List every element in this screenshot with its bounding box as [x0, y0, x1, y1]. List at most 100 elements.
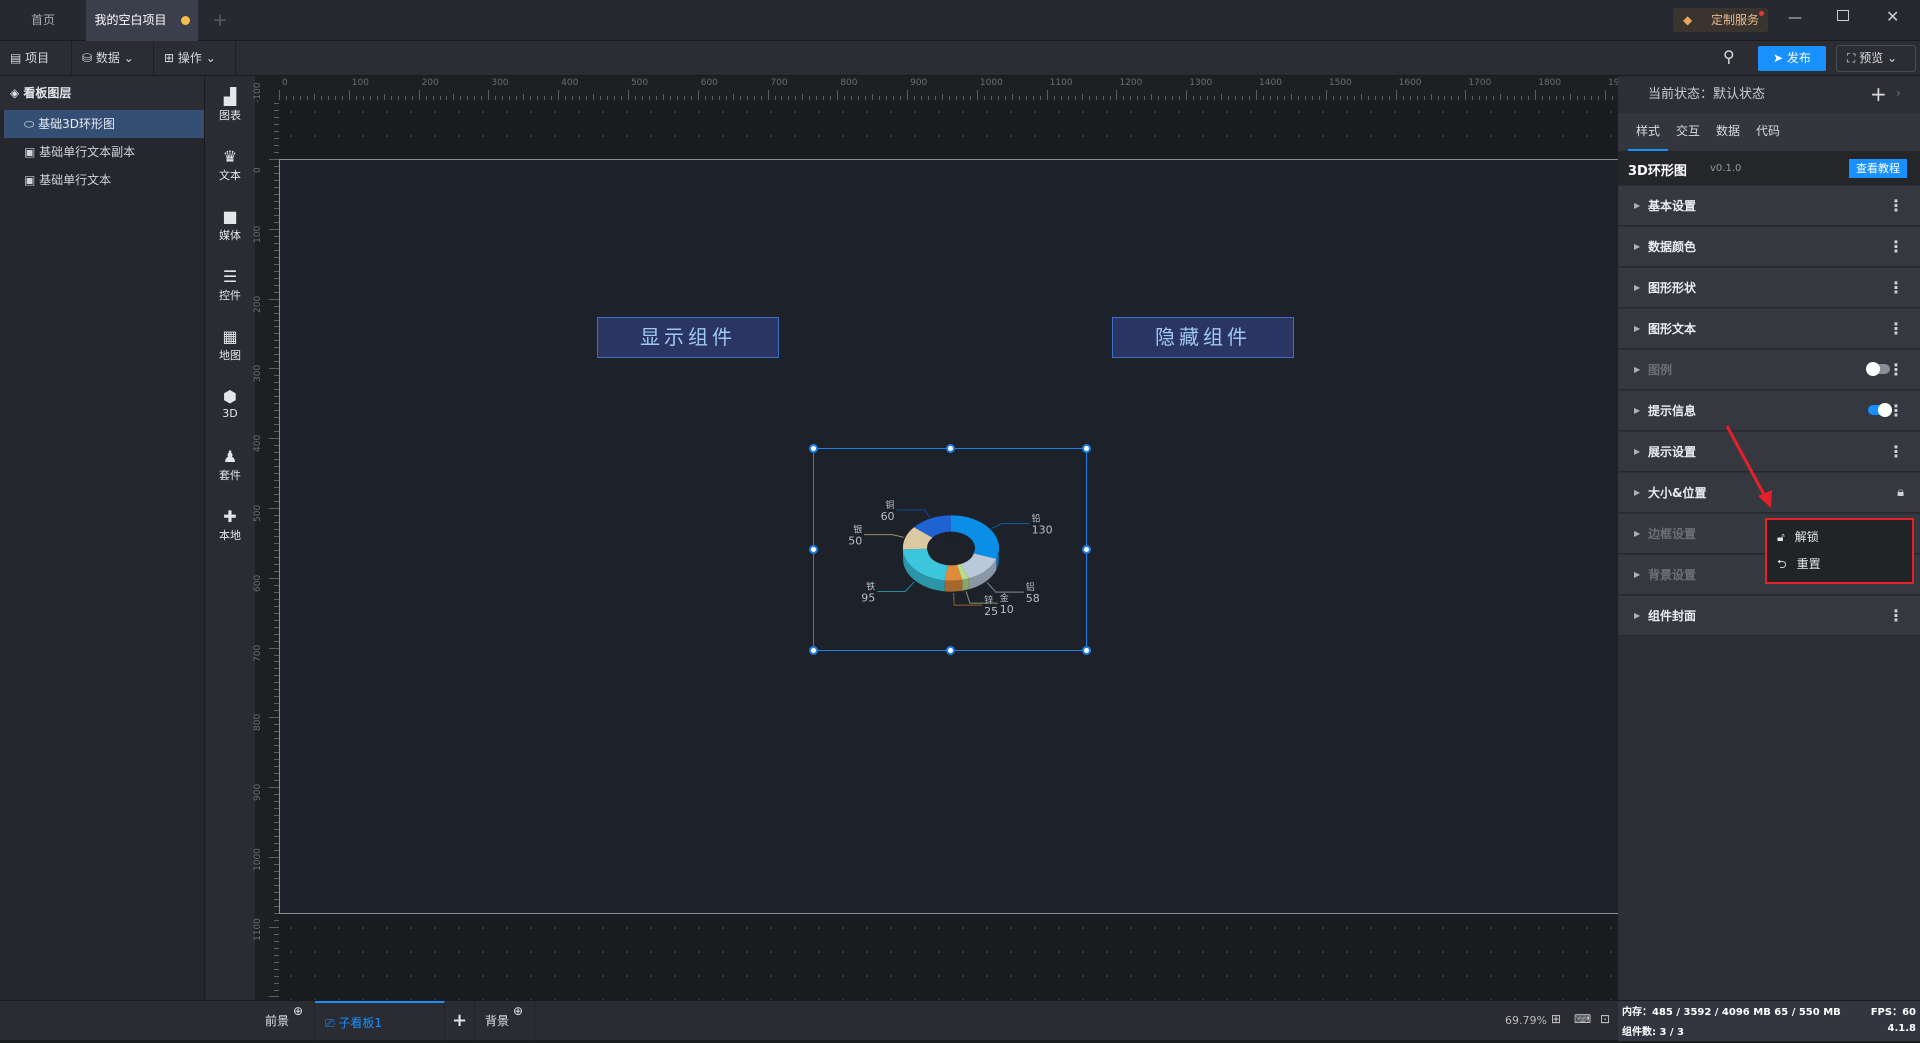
- ruler-tick: [907, 90, 909, 100]
- layers-icon: ◈: [10, 86, 24, 100]
- section-label: 边框设置: [1648, 527, 1697, 541]
- add-tab-button[interactable]: +: [205, 0, 235, 41]
- custom-service-button[interactable]: ◆ 定制服务: [1673, 8, 1768, 32]
- section-row[interactable]: ▶ 图形形状 ⋮: [1618, 268, 1920, 308]
- tutorial-button[interactable]: 查看教程: [1849, 159, 1907, 178]
- menu-item-reset[interactable]: ⮌ 重置: [1767, 551, 1912, 578]
- ruler-label: 600: [700, 78, 718, 88]
- ruler-tick: [269, 298, 279, 300]
- resize-handle[interactable]: [1082, 646, 1091, 655]
- ruler-label: 700: [770, 78, 788, 88]
- file-icon: ▤: [10, 51, 26, 65]
- ruler-label: 0: [282, 78, 288, 88]
- more-options-icon[interactable]: ⋮: [1888, 186, 1904, 226]
- canvas-page[interactable]: 显示组件 隐藏组件 铅 130 铝 58 金 10 锌 25 铁 95 银 50 铜 60: [279, 159, 1618, 914]
- vertical-ruler[interactable]: -100 0 100 200 300 400 500 600 700 800 900 1000 1100: [253, 76, 279, 1000]
- horizontal-ruler[interactable]: 0 100 200 300 400 500 600 700 800 900 1000 1100 1200…: [255, 76, 1641, 100]
- tab-data[interactable]: 数据: [1708, 113, 1748, 151]
- slice-value: 58: [1026, 592, 1040, 605]
- sub-board-tab[interactable]: ⎚ 子看板1: [315, 1001, 445, 1041]
- menu-data[interactable]: ⛁ 数据 ⌄: [72, 41, 154, 76]
- component-local[interactable]: ✚ 本地: [205, 508, 255, 543]
- component-header: 3D环形图 v0.1.0 查看教程: [1618, 151, 1920, 185]
- keyboard-icon[interactable]: ⌨: [1574, 1012, 1591, 1026]
- component-map[interactable]: ▦ 地图: [205, 328, 255, 363]
- resize-handle[interactable]: [946, 646, 955, 655]
- add-state-button[interactable]: +: [1870, 82, 1887, 106]
- background-tab[interactable]: 背景 ⊕: [475, 1001, 535, 1041]
- resize-handle[interactable]: [809, 545, 818, 554]
- resize-handle[interactable]: [809, 646, 818, 655]
- toggle-switch[interactable]: [1866, 362, 1890, 376]
- restore-button[interactable]: [1837, 10, 1849, 21]
- reset-icon: ⮌: [1777, 557, 1787, 571]
- tab-interaction[interactable]: 交互: [1668, 113, 1708, 151]
- hide-component-button[interactable]: 隐藏组件: [1112, 317, 1294, 358]
- component-text[interactable]: ♛ 文本: [205, 148, 255, 183]
- canvas-stage[interactable]: 显示组件 隐藏组件 铅 130 铝 58 金 10 锌 25 铁 95 银 50 铜 60: [279, 100, 1618, 1000]
- minimize-button[interactable]: —: [1788, 10, 1802, 26]
- ruler-tick: [279, 90, 280, 100]
- resize-handle[interactable]: [946, 444, 955, 453]
- tab-label: 背景: [485, 1014, 510, 1028]
- cube-icon: ⬢: [223, 387, 237, 406]
- tab-style[interactable]: 样式: [1628, 113, 1668, 151]
- publish-button[interactable]: ➤ 发布: [1758, 46, 1826, 71]
- foreground-tab[interactable]: 前景 ⊕: [255, 1001, 315, 1041]
- more-options-icon[interactable]: ⋮: [1888, 350, 1904, 390]
- section-row[interactable]: ▶ 图例 ⋮: [1618, 350, 1920, 390]
- component-chart[interactable]: ▟ 图表: [205, 88, 255, 123]
- section-row[interactable]: ▶ 基本设置 ⋮: [1618, 186, 1920, 226]
- tab-code[interactable]: 代码: [1748, 113, 1788, 151]
- ruler-tick: [1605, 90, 1606, 100]
- component-media[interactable]: ■ 媒体: [205, 208, 255, 243]
- add-board-button[interactable]: +: [445, 1001, 475, 1041]
- ruler-label: 1100: [1049, 78, 1073, 88]
- text-icon: ▣: [24, 145, 40, 159]
- menu-item-unlock[interactable]: 🔓︎ 解锁: [1767, 524, 1912, 551]
- resize-handle[interactable]: [1082, 444, 1091, 453]
- layer-item[interactable]: ▣ 基础单行文本: [0, 166, 204, 194]
- selected-chart-component[interactable]: 铅 130 铝 58 金 10 锌 25 铁 95 银 50 铜 60: [809, 444, 1091, 655]
- close-button[interactable]: ✕: [1886, 7, 1899, 26]
- section-row[interactable]: ▶ 组件封面 ⋮: [1618, 596, 1920, 636]
- ruler-label: -100: [253, 82, 263, 104]
- ruler-label: 1700: [1468, 78, 1492, 88]
- toggle-switch[interactable]: [1868, 403, 1892, 417]
- fps-status: FPS：60: [1870, 1007, 1916, 1018]
- resize-handle[interactable]: [1082, 545, 1091, 554]
- component-3d[interactable]: ⬢ 3D: [205, 387, 255, 421]
- more-options-icon[interactable]: ⋮: [1888, 596, 1904, 636]
- add-circle-icon[interactable]: ⊕: [293, 991, 303, 1031]
- more-options-icon[interactable]: ⋮: [1888, 268, 1904, 308]
- tab-project[interactable]: 我的空白项目: [86, 0, 198, 41]
- more-options-icon[interactable]: ⋮: [1888, 309, 1904, 349]
- layer-item[interactable]: ⬭ 基础3D环形图: [4, 110, 204, 138]
- resize-handle[interactable]: [809, 444, 818, 453]
- leader-line: [896, 509, 931, 518]
- section-row[interactable]: ▶ 数据颜色 ⋮: [1618, 227, 1920, 267]
- layer-item[interactable]: ▣ 基础单行文本副本: [0, 138, 204, 166]
- component-control[interactable]: ☰ 控件: [205, 268, 255, 303]
- tab-home[interactable]: 首页: [0, 0, 86, 41]
- caret-right-icon: ▶: [1634, 529, 1641, 538]
- fit-screen-icon[interactable]: ⊞: [1551, 1012, 1561, 1026]
- section-row[interactable]: ▶ 图形文本 ⋮: [1618, 309, 1920, 349]
- more-options-icon[interactable]: ⋮: [1888, 391, 1904, 431]
- ruler-label: 1200: [1119, 78, 1143, 88]
- chevron-right-icon[interactable]: ›: [1896, 86, 1901, 100]
- component-kit[interactable]: ♟ 套件: [205, 448, 255, 483]
- lock-icon[interactable]: 🔒︎: [1897, 473, 1904, 513]
- send-icon: ➤: [1773, 51, 1787, 65]
- text-icon: ▣: [24, 173, 40, 187]
- add-circle-icon[interactable]: ⊕: [513, 991, 523, 1031]
- more-options-icon[interactable]: ⋮: [1888, 227, 1904, 267]
- search-icon[interactable]: ⚲: [1723, 47, 1735, 66]
- section-label: 背景设置: [1648, 568, 1697, 582]
- menu-operation[interactable]: ⊞ 操作 ⌄: [154, 41, 236, 76]
- terminal-icon[interactable]: ⊡: [1600, 1012, 1610, 1026]
- show-component-button[interactable]: 显示组件: [597, 317, 779, 358]
- preview-button[interactable]: ⛶ 预览 ⌄: [1836, 45, 1916, 72]
- more-options-icon[interactable]: ⋮: [1888, 432, 1904, 472]
- menu-project[interactable]: ▤ 项目 ⌄: [0, 41, 72, 100]
